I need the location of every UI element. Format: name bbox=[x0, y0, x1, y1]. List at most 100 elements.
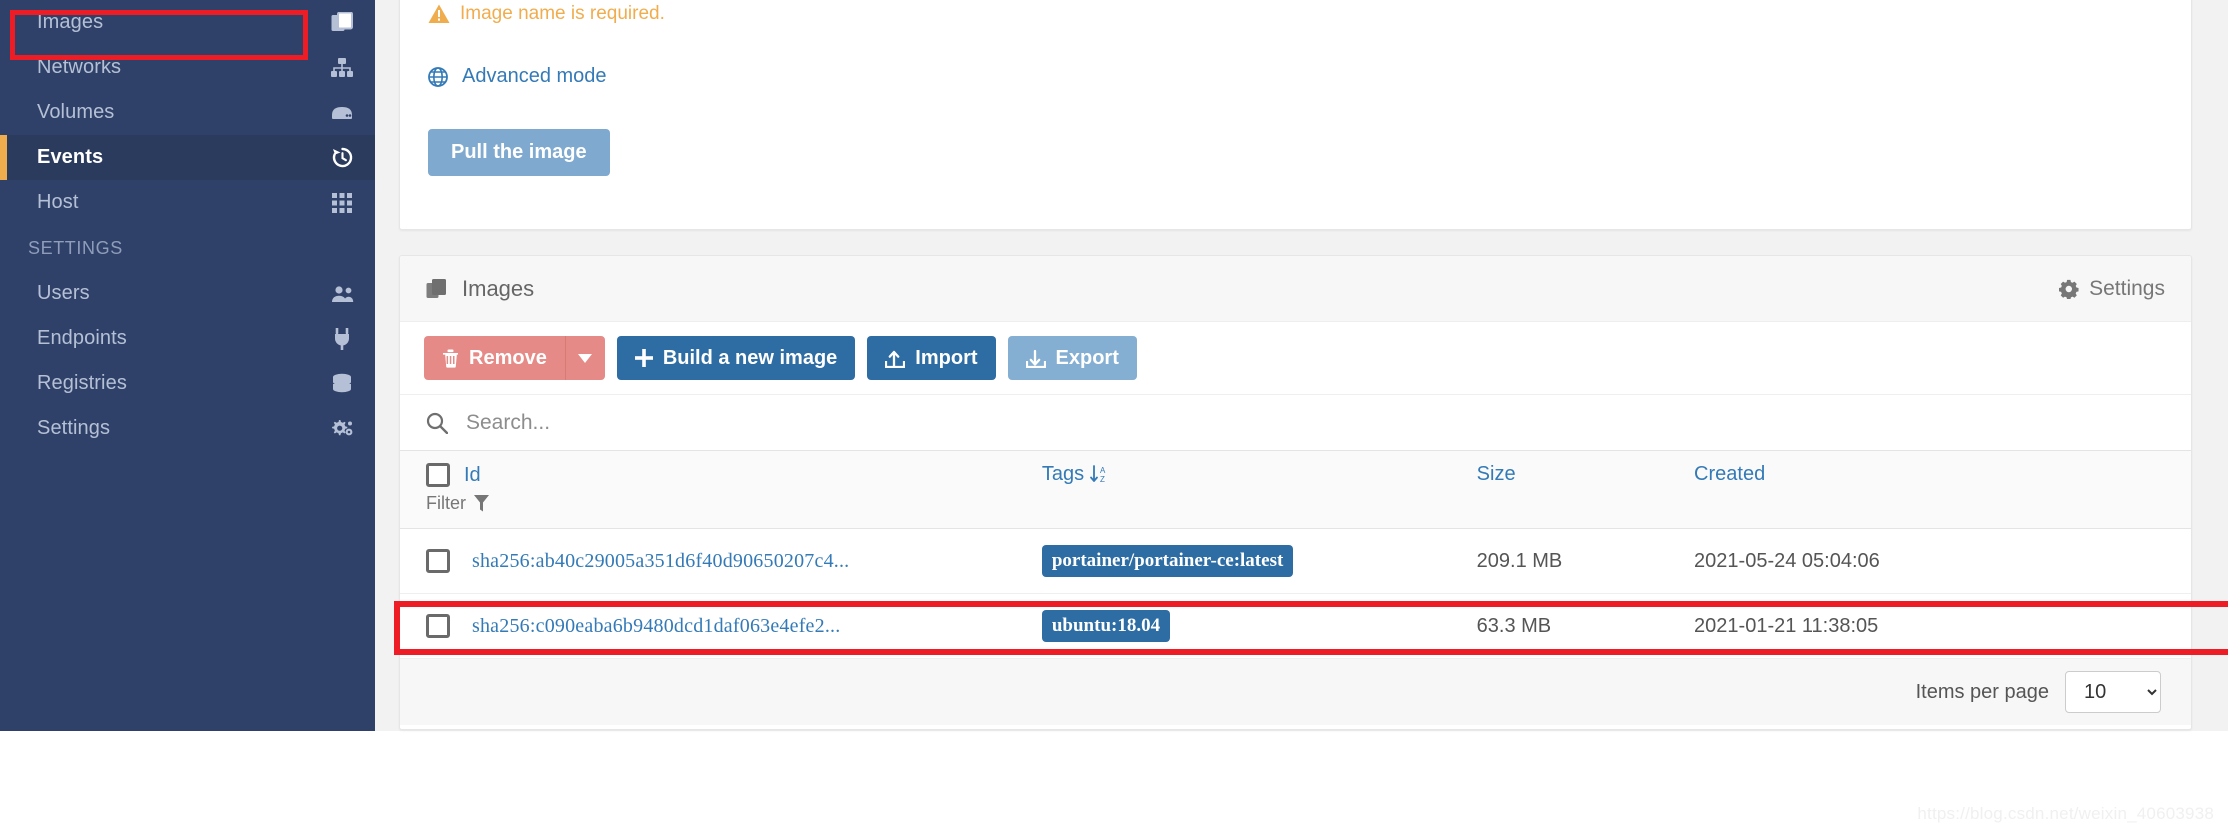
panel-settings-link[interactable]: Settings bbox=[2059, 256, 2165, 321]
caret-down-icon bbox=[578, 353, 593, 363]
sidebar-item-networks[interactable]: Networks bbox=[0, 45, 375, 90]
images-icon bbox=[329, 10, 355, 36]
items-per-page-label: Items per page bbox=[1915, 680, 2049, 703]
svg-text:Z: Z bbox=[1100, 475, 1105, 484]
main-content: Image name is required. Advanced mode Pu… bbox=[375, 0, 2228, 731]
column-header-created: Created bbox=[1694, 451, 2191, 529]
filter-label: Filter bbox=[426, 493, 466, 513]
cell-size: 63.3 MB bbox=[1476, 593, 1695, 659]
sidebar-item-settings[interactable]: Settings bbox=[0, 406, 375, 451]
image-id-link[interactable]: sha256:c090eaba6b9480dcd1daf063e4efe2... bbox=[472, 615, 840, 638]
sidebar-item-registries[interactable]: Registries bbox=[0, 361, 375, 406]
column-header-size: Size bbox=[1476, 451, 1695, 529]
filter-control[interactable]: Filter bbox=[426, 493, 1042, 514]
advanced-mode-toggle[interactable]: Advanced mode bbox=[428, 65, 607, 88]
database-icon bbox=[329, 371, 355, 397]
cell-id: sha256:ab40c29005a351d6f40d90650207c4... bbox=[400, 528, 1042, 594]
import-button[interactable]: Import bbox=[867, 336, 996, 380]
gear-icon bbox=[2059, 279, 2079, 299]
app-root: Images Networks Volumes Events Host SETT… bbox=[0, 0, 2228, 840]
column-header-id: Id Filter bbox=[400, 451, 1042, 529]
sidebar-section-settings: SETTINGS bbox=[28, 237, 123, 258]
sidebar-item-events[interactable]: Events bbox=[0, 135, 375, 180]
upload-icon bbox=[885, 349, 906, 368]
sidebar-item-label: Host bbox=[37, 191, 79, 213]
remove-button-group: Remove bbox=[424, 336, 605, 380]
table-row[interactable]: sha256:c090eaba6b9480dcd1daf063e4efe2...… bbox=[400, 593, 2191, 659]
sidebar-item-label: Volumes bbox=[37, 101, 115, 123]
remove-dropdown-button[interactable] bbox=[564, 336, 605, 380]
row-checkbox[interactable] bbox=[426, 614, 450, 638]
images-icon bbox=[426, 278, 448, 300]
cell-tags: ubuntu:18.04 bbox=[1041, 593, 1477, 659]
sidebar: Images Networks Volumes Events Host SETT… bbox=[0, 0, 375, 731]
search-input[interactable] bbox=[464, 409, 2165, 436]
sidebar-item-images[interactable]: Images bbox=[0, 0, 375, 45]
import-button-label: Import bbox=[915, 346, 978, 369]
plus-icon bbox=[634, 349, 653, 367]
images-panel: Images Settings Remove Build a new image… bbox=[399, 255, 2192, 730]
tag-badge[interactable]: portainer/portainer-ce:latest bbox=[1041, 545, 1294, 577]
table-header-row: Id Filter Tags A Z Size Created bbox=[400, 451, 2191, 529]
sidebar-item-label: Settings bbox=[37, 417, 111, 439]
build-button-label: Build a new image bbox=[662, 346, 838, 369]
sort-by-size[interactable]: Size bbox=[1477, 463, 1516, 486]
gears-icon bbox=[329, 416, 355, 442]
cell-size: 209.1 MB bbox=[1476, 528, 1695, 594]
sort-by-id[interactable]: Id bbox=[464, 464, 481, 487]
pull-the-image-button[interactable]: Pull the image bbox=[428, 129, 610, 176]
export-button-label: Export bbox=[1055, 346, 1119, 369]
cell-id: sha256:c090eaba6b9480dcd1daf063e4efe2... bbox=[400, 593, 1042, 659]
table-head: Id Filter Tags A Z Size Created bbox=[400, 451, 2191, 529]
warning-text: Image name is required. bbox=[460, 3, 665, 24]
images-panel-header: Images Settings bbox=[400, 256, 2191, 322]
table-footer: Items per page 102550100 bbox=[400, 659, 2191, 725]
remove-button[interactable]: Remove bbox=[424, 336, 565, 380]
sidebar-item-endpoints[interactable]: Endpoints bbox=[0, 316, 375, 361]
search-icon bbox=[426, 412, 448, 434]
download-icon bbox=[1025, 349, 1046, 368]
table-body: sha256:ab40c29005a351d6f40d90650207c4...… bbox=[400, 528, 2191, 659]
panel-title: Images bbox=[426, 276, 534, 302]
sort-by-tags[interactable]: Tags AZ bbox=[1042, 463, 1108, 486]
remove-button-label: Remove bbox=[469, 346, 547, 369]
panel-title-label: Images bbox=[462, 275, 535, 301]
column-header-tags: Tags AZ bbox=[1041, 451, 1477, 529]
plug-icon bbox=[329, 326, 355, 352]
trash-icon bbox=[442, 349, 459, 368]
sidebar-item-label: Images bbox=[37, 11, 104, 33]
sort-by-created[interactable]: Created bbox=[1694, 463, 1765, 486]
cell-tags: portainer/portainer-ce:latest bbox=[1041, 528, 1477, 594]
volumes-icon bbox=[329, 100, 355, 126]
images-table: Id Filter Tags A Z Size Created sha256:a… bbox=[400, 451, 2191, 659]
search-row bbox=[400, 394, 2191, 451]
settings-link-label: Settings bbox=[2089, 276, 2165, 300]
funnel-icon bbox=[474, 495, 489, 512]
items-per-page-select[interactable]: 102550100 bbox=[2065, 671, 2161, 713]
sidebar-item-label: Endpoints bbox=[37, 327, 127, 349]
sidebar-item-label: Networks bbox=[37, 56, 122, 78]
table-row[interactable]: sha256:ab40c29005a351d6f40d90650207c4...… bbox=[400, 528, 2191, 594]
history-icon bbox=[329, 145, 355, 171]
sidebar-item-label: Registries bbox=[37, 372, 127, 394]
image-id-link[interactable]: sha256:ab40c29005a351d6f40d90650207c4... bbox=[472, 550, 849, 573]
row-checkbox[interactable] bbox=[426, 549, 450, 573]
sidebar-item-host[interactable]: Host bbox=[0, 180, 375, 225]
pull-image-panel: Image name is required. Advanced mode Pu… bbox=[399, 0, 2192, 230]
sidebar-item-users[interactable]: Users bbox=[0, 271, 375, 316]
sidebar-item-volumes[interactable]: Volumes bbox=[0, 90, 375, 135]
tags-label: Tags bbox=[1041, 463, 1085, 485]
build-a-new-image-button[interactable]: Build a new image bbox=[616, 336, 856, 380]
svg-text:A: A bbox=[1100, 466, 1106, 475]
sidebar-item-label: Users bbox=[37, 282, 90, 304]
sidebar-item-label: Events bbox=[37, 146, 104, 168]
export-button[interactable]: Export bbox=[1007, 336, 1137, 380]
watermark: https://blog.csdn.net/weixin_40603938 bbox=[1917, 804, 2214, 823]
cell-created: 2021-01-21 11:38:05 bbox=[1694, 593, 2191, 659]
cell-created: 2021-05-24 05:04:06 bbox=[1694, 528, 2191, 594]
network-icon bbox=[329, 55, 355, 81]
advanced-mode-label: Advanced mode bbox=[462, 65, 607, 87]
image-name-warning: Image name is required. bbox=[428, 3, 665, 25]
select-all-checkbox[interactable] bbox=[426, 463, 450, 487]
tag-badge[interactable]: ubuntu:18.04 bbox=[1041, 610, 1171, 642]
